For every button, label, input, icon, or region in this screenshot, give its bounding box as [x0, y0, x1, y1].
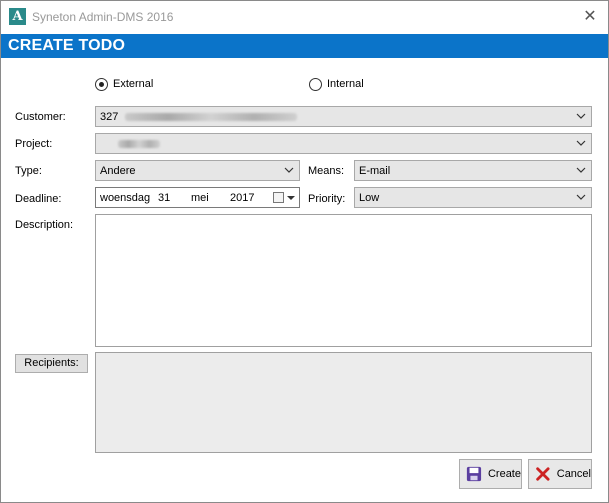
radio-external-label: External: [113, 78, 154, 90]
priority-select[interactable]: Low: [354, 187, 592, 208]
chevron-down-icon[interactable]: [576, 111, 586, 121]
recipients-list[interactable]: [95, 352, 592, 453]
customer-value: 327: [100, 111, 298, 123]
chevron-down-icon[interactable]: [576, 192, 586, 202]
description-textarea[interactable]: [95, 214, 592, 347]
description-label: Description:: [15, 219, 74, 231]
deadline-date-picker[interactable]: woensdag 31 mei 2017: [95, 187, 300, 208]
create-button-label: Create: [487, 468, 521, 480]
cancel-button-label: Cancel: [556, 468, 591, 480]
means-label: Means:: [308, 165, 345, 177]
customer-select[interactable]: 327: [95, 106, 592, 127]
customer-number: 327: [100, 111, 119, 123]
dropdown-arrow-icon[interactable]: [287, 196, 295, 200]
app-logo-icon: A: [9, 8, 26, 25]
radio-internal-label: Internal: [327, 78, 364, 90]
create-todo-window: A Syneton Admin-DMS 2016 ✕ CREATE TODO E…: [0, 0, 609, 503]
deadline-label: Deadline:: [15, 193, 62, 205]
window-title: Syneton Admin-DMS 2016: [32, 10, 174, 24]
title-bar: A Syneton Admin-DMS 2016 ✕: [1, 1, 608, 33]
deadline-weekday[interactable]: woensdag: [100, 192, 150, 204]
deadline-month[interactable]: mei: [191, 192, 209, 204]
project-name-redacted: [118, 140, 160, 149]
radio-external-indicator[interactable]: [95, 77, 108, 91]
recipients-button[interactable]: Recipients:: [15, 354, 88, 373]
priority-value: Low: [359, 192, 380, 204]
calendar-icon[interactable]: [273, 192, 284, 203]
means-value: E-mail: [359, 165, 391, 177]
type-value: Andere: [100, 165, 136, 177]
type-select[interactable]: Andere: [95, 160, 300, 181]
create-button[interactable]: Create: [459, 459, 522, 489]
customer-name-redacted: [125, 113, 298, 122]
page-title: CREATE TODO: [8, 37, 126, 54]
radio-external[interactable]: External: [95, 77, 153, 91]
project-label: Project:: [15, 138, 53, 150]
cancel-x-icon: [536, 467, 550, 481]
priority-label: Priority:: [308, 193, 346, 205]
chevron-down-icon[interactable]: [576, 138, 586, 148]
close-button[interactable]: ✕: [572, 1, 608, 33]
radio-internal[interactable]: Internal: [309, 77, 364, 91]
deadline-day[interactable]: 31: [158, 192, 170, 204]
radio-internal-indicator[interactable]: [309, 77, 322, 91]
deadline-year[interactable]: 2017: [230, 192, 254, 204]
header-banner: CREATE TODO: [1, 34, 608, 58]
customer-label: Customer:: [15, 111, 66, 123]
chevron-down-icon[interactable]: [576, 165, 586, 175]
type-label: Type:: [15, 165, 42, 177]
chevron-down-icon[interactable]: [284, 165, 294, 175]
project-value: [100, 138, 160, 150]
means-select[interactable]: E-mail: [354, 160, 592, 181]
project-select[interactable]: [95, 133, 592, 154]
save-icon: [466, 466, 482, 482]
cancel-button[interactable]: Cancel: [528, 459, 592, 489]
